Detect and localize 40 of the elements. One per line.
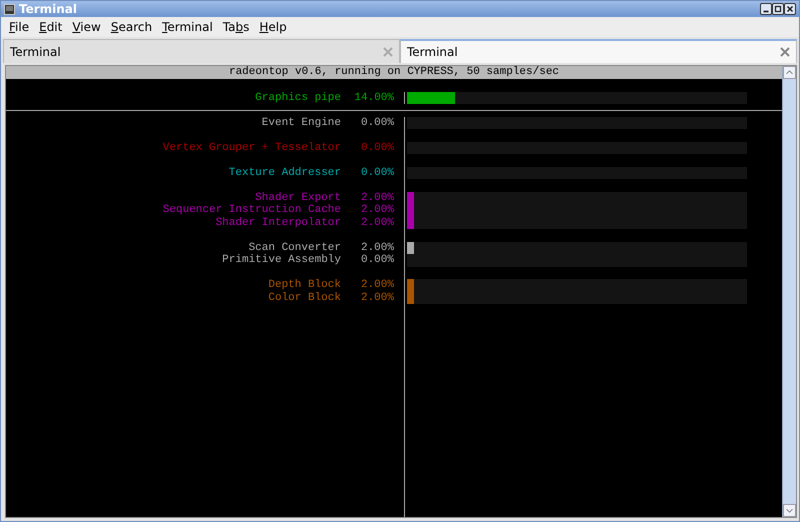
menu-item[interactable]: Search [106,18,158,36]
scroll-down-icon[interactable] [783,504,796,517]
percent-value: 2.00% [360,279,394,292]
row-label: Primitive Assembly [221,254,341,266]
minimize-icon[interactable] [760,3,772,15]
maximize-icon[interactable] [772,3,784,15]
percent-value: 2.00% [360,242,394,254]
percent-value: 2.00% [360,292,394,304]
row-label: Sequencer Instruction Cache [162,204,341,216]
row-label: Scan Converter [248,242,341,254]
percent-value: 2.00% [360,192,394,204]
row-label: Depth Block [267,279,341,292]
percent-value: 2.00% [360,216,394,229]
close-icon[interactable] [784,3,796,15]
percent-value: 2.00% [360,204,394,216]
header-text: radeontop v0.6, running on CYPRESS, 50 samples/sec [6,66,782,79]
percent-value: 0.00% [360,116,394,129]
menu-item[interactable]: Edit [34,18,68,36]
menu-item[interactable]: Terminal [157,18,218,36]
row-label: Event Engine [260,116,341,129]
menu-item[interactable]: View [67,18,106,36]
menu-item[interactable]: Tabs [218,18,254,36]
scroll-up-icon[interactable] [783,66,796,79]
row-label: Shader Export [254,192,341,204]
row-label: Shader Interpolator [214,216,341,229]
tab[interactable]: Terminal [400,39,797,63]
window-title: Terminal [19,1,78,18]
percent-value: 0.00% [360,254,394,266]
terminal-icon [4,4,15,14]
row-label: Color Block [267,292,341,304]
row-label: Graphics pipe [254,92,341,104]
percent-value: 0.00% [360,166,394,179]
tab[interactable]: Terminal [3,39,400,63]
percent-value: 0.00% [360,142,394,154]
row-label: Texture Addresser [228,166,341,179]
row-label: Vertex Grouper + Tesselator [162,142,341,154]
percent-value: 14.00% [353,92,394,104]
scrollbar[interactable] [782,66,796,517]
menu-item[interactable]: File [4,18,34,36]
menu-item[interactable]: Help [254,18,292,36]
